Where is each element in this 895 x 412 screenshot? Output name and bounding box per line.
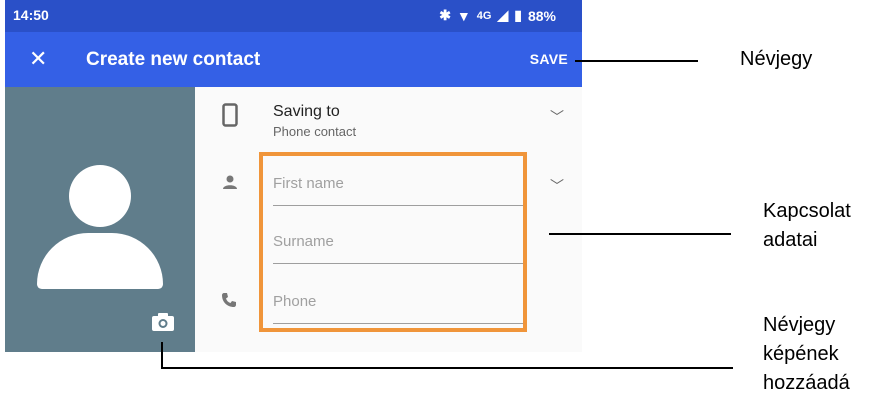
bluetooth-icon: ✱ (439, 7, 451, 23)
person-icon (223, 175, 237, 189)
callout-line-details (549, 233, 731, 235)
callout-contact: Névjegy (740, 48, 813, 70)
close-icon[interactable]: ✕ (29, 46, 47, 72)
callout-line-save (575, 60, 698, 62)
callout-photo: Névjegy képének hozzáadá (763, 311, 850, 398)
status-time: 14:50 (13, 7, 49, 23)
status-bar: 14:50 ✱ ▼ 4G ◢ ▮ 88% (5, 0, 582, 32)
contact-photo-area[interactable] (5, 87, 195, 352)
saving-to-account: Phone contact (273, 124, 357, 139)
wifi-icon: ▼ (456, 7, 471, 24)
avatar-body-shape (37, 233, 163, 289)
phone-icon (222, 293, 236, 307)
page-title: Create new contact (86, 49, 261, 70)
contact-details-highlight (259, 152, 527, 332)
network-type: 4G (476, 9, 492, 22)
battery-icon: ▮ (514, 7, 522, 23)
expand-name-chevron-icon[interactable]: ﹀ (550, 176, 564, 196)
camera-icon[interactable] (152, 313, 174, 331)
save-button[interactable]: SAVE (530, 51, 568, 67)
signal-icon: ◢ (497, 7, 509, 23)
chevron-down-icon[interactable]: ﹀ (550, 107, 564, 127)
phone-device-icon (222, 103, 238, 127)
status-icons: ✱ ▼ 4G ◢ ▮ 88% (439, 7, 556, 24)
callout-line-photo-vertical (161, 342, 163, 369)
callout-details-line1: Kapcsolat (763, 200, 851, 222)
avatar-head-shape (69, 165, 131, 227)
app-bar: ✕ Create new contact SAVE (5, 32, 582, 87)
callout-details-line2: adatai (763, 229, 818, 251)
battery-level: 88% (527, 7, 556, 24)
callout-photo-line1: Névjegy (763, 314, 836, 336)
callout-photo-line3: hozzáadá (763, 372, 850, 394)
callout-details: Kapcsolat adatai (763, 197, 851, 255)
callout-photo-line2: képének (763, 343, 839, 365)
callout-line-photo-horizontal (161, 367, 733, 369)
saving-to-label: Saving to (273, 103, 340, 120)
